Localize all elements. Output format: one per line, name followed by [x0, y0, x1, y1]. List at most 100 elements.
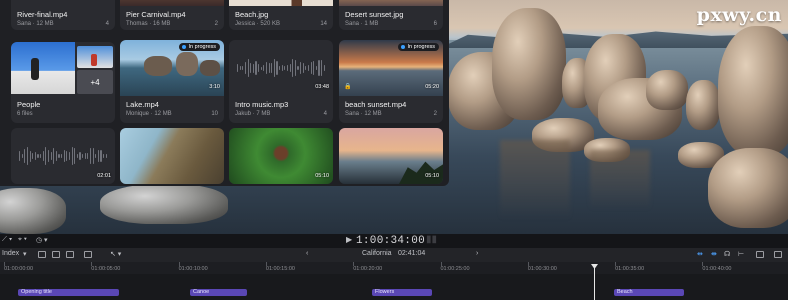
snapping-icon[interactable]: ⊢ [738, 250, 744, 258]
status-badge: In progress [398, 43, 439, 51]
waveform-bar [92, 147, 94, 165]
waveform-bar [58, 154, 60, 158]
folder-more-count: +4 [77, 70, 113, 94]
folder-cover-image [11, 42, 75, 94]
tile-name: Lake.mp4 [126, 100, 159, 109]
folder-tile-people[interactable]: +4 People 6 files [11, 42, 115, 123]
lock-icon: 🔒 [344, 84, 352, 90]
media-browser-panel: River-final.mp4 Sana · 12 MB 4 Pier Carn… [0, 0, 449, 186]
timeline-clip[interactable]: Opening title [18, 289, 119, 296]
media-tile[interactable]: 05:10 [229, 128, 333, 184]
waveform-bar [255, 60, 257, 76]
transport-bar: ⟋ ▾ ⌖ ▾ ◷ ▾ ▶ 1:00:34:00 ▮▮ [0, 234, 788, 248]
waveform-bar [284, 65, 286, 71]
duration: 05:20 [425, 84, 439, 90]
tile-name: Beach.jpg [235, 10, 269, 19]
waveform-bar [26, 146, 28, 166]
play-button[interactable]: ▶ [346, 235, 352, 244]
timeline-ruler[interactable]: 01:00:00:00 01:00:05:00 01:00:10:00 01:00:1… [0, 262, 788, 274]
ruler-label: 01:00:00:00 [4, 266, 34, 272]
overwrite-clip-icon[interactable] [84, 251, 92, 258]
waveform-bar [315, 66, 317, 70]
waveform-bar [242, 66, 244, 70]
waveform-bar [105, 154, 107, 158]
media-tile[interactable]: 05:10 [339, 128, 443, 184]
insert-clip-icon[interactable] [66, 251, 74, 258]
speed-menu[interactable]: ◷ ▾ [36, 236, 48, 244]
tool-menu[interactable]: ⟋ ▾ [2, 236, 12, 244]
duration: 05:10 [425, 173, 439, 179]
media-tile[interactable]: Beach.jpg Jessica · 520 KB 14 [229, 0, 333, 30]
waveform-bar [32, 152, 34, 160]
media-tile[interactable]: In progress 3:10 Lake.mp4 Monique · 12 M… [120, 40, 224, 123]
status-badge: In progress [179, 43, 220, 51]
media-tile[interactable]: 03:48 Intro music.mp3 Jakub · 7 MB 4 [229, 40, 333, 123]
timeline-clip[interactable]: Flowers [372, 289, 432, 296]
waveform-bar [265, 61, 267, 75]
waveform-bar [45, 147, 47, 165]
waveform-bar [323, 64, 325, 72]
waveform-bar [321, 60, 323, 76]
tile-thumbnail [120, 0, 224, 6]
rock [492, 8, 566, 120]
waveform-bar [305, 66, 307, 70]
timeline-track-area[interactable]: Opening title Canoe Flowers Beach [0, 274, 788, 300]
tile-thumbnail [229, 0, 333, 6]
waveform-bar [263, 64, 265, 72]
timeline-clip[interactable]: Canoe [190, 289, 247, 296]
clip-appearance-settings-icon[interactable] [756, 251, 764, 258]
comment-count: 4 [105, 21, 109, 27]
waveform-bar [97, 149, 99, 163]
trim-tool-menu[interactable]: ⌖ ▾ [18, 236, 27, 244]
rock [100, 184, 228, 224]
rock [708, 148, 788, 228]
waveform-bar [279, 66, 281, 70]
chevron-down-icon[interactable]: ▾ [23, 250, 27, 258]
waveform-bar [260, 66, 262, 70]
back-chevron-icon[interactable]: ‹ [306, 250, 308, 257]
tile-meta: Sana · 12 MB [17, 21, 54, 27]
waveform-bar [103, 153, 105, 159]
rock [646, 70, 688, 110]
media-tile[interactable] [120, 128, 224, 184]
in-progress-dot-icon [401, 45, 406, 49]
waveform-bar [252, 63, 254, 73]
waveform-bar [19, 151, 21, 161]
media-tile[interactable]: River-final.mp4 Sana · 12 MB 4 [11, 0, 115, 30]
playhead[interactable] [594, 266, 595, 300]
timeline-clip[interactable]: Beach [614, 289, 684, 296]
in-progress-dot-icon [182, 45, 187, 49]
status-label: In progress [188, 44, 216, 50]
ruler-label: 01:00:10:00 [178, 266, 208, 272]
tile-name: People [17, 100, 41, 109]
select-tool-icon[interactable]: ↖ ▾ [110, 250, 121, 258]
waveform-bar [302, 63, 304, 73]
media-tile[interactable]: In progress 🔒 05:20 beach sunset.mp4 San… [339, 40, 443, 123]
tile-thumbnail [339, 0, 443, 6]
media-tile[interactable]: Desert sunset.jpg Sana · 1 MB 6 [339, 0, 443, 30]
skimming-icon[interactable]: ⇹ [697, 250, 703, 258]
clip-appearance-icon[interactable] [38, 251, 46, 258]
tile-name: Desert sunset.jpg [345, 10, 404, 19]
waveform-bar [297, 66, 299, 70]
waveform-bar [87, 152, 89, 160]
waveform-bar [84, 153, 86, 159]
tile-name: Pier Carnival.mp4 [126, 10, 186, 19]
audio-skimming-icon[interactable]: ⇼ [711, 250, 717, 258]
timecode-display: 1:00:34:00 [356, 235, 426, 247]
index-button[interactable]: Index [2, 250, 19, 257]
audio-waveform [237, 58, 325, 78]
rock [686, 80, 720, 130]
waveform-bar [268, 63, 270, 73]
connect-clip-icon[interactable] [52, 251, 60, 258]
headphones-icon[interactable]: ☊ [724, 250, 730, 258]
media-tile[interactable]: Pier Carnival.mp4 Thomas · 16 MB 2 [120, 0, 224, 30]
tile-meta: Sana · 1 MB [345, 21, 379, 27]
media-tile[interactable]: 02:01 [11, 128, 115, 184]
waveform-bar [89, 147, 91, 165]
waveform-bar [247, 59, 249, 77]
waveform-bar [21, 153, 23, 159]
forward-chevron-icon[interactable]: › [476, 250, 478, 257]
effects-browser-icon[interactable] [774, 251, 782, 258]
waveform-bar [34, 151, 36, 161]
